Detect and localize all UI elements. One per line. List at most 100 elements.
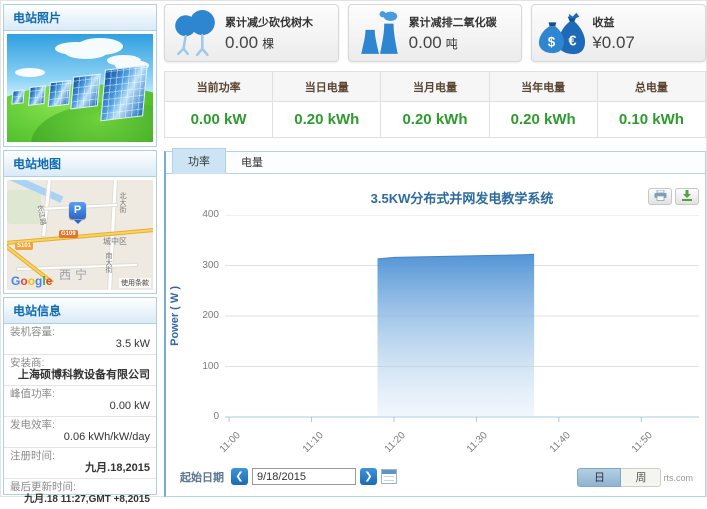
card-value: 0.00: [225, 33, 258, 52]
info-value: 3.5 kW: [10, 338, 150, 351]
card-value: 0.00: [409, 33, 442, 52]
x-axis-labels: 11:0011:1011:2011:3011:4011:50: [225, 424, 699, 458]
info-label: 发电效率:: [10, 419, 150, 431]
range-buttons: 日 周 rts.com: [577, 468, 693, 487]
dashboard-page: 电站照片 电站地图: [0, 0, 707, 497]
photo-panel-title: 电站照片: [4, 5, 156, 31]
x-tick-label: 11:00: [218, 430, 243, 455]
print-icon: [654, 188, 667, 206]
date-controls: 起始日期 ❮ ❯: [180, 468, 397, 485]
photo-panel: 电站照片: [3, 4, 157, 147]
info-row: 装机容量: 3.5 kW: [4, 324, 156, 355]
station-map[interactable]: 长江路 北大街 南大街 城中区 西宁 G109 S101 P Google 使用…: [7, 180, 153, 290]
download-chart-button[interactable]: [675, 188, 699, 205]
stats-value: 0.20 kWh: [273, 102, 381, 138]
map-parking-marker[interactable]: P: [69, 202, 86, 219]
info-label: 装机容量:: [10, 326, 150, 338]
sidebar: 电站照片 电站地图: [3, 4, 157, 495]
solar-panel-shape: [11, 89, 24, 104]
y-tick-label: 400: [166, 209, 219, 220]
money-bags-icon: € $: [538, 9, 586, 57]
tab-power[interactable]: 功率: [172, 148, 226, 174]
cloud-shape: [65, 46, 107, 59]
svg-text:€: €: [569, 33, 577, 49]
cooling-towers-icon: [355, 9, 403, 57]
next-day-button[interactable]: ❯: [360, 468, 377, 485]
info-value: 九月.18 11:27,GMT +8,2015: [10, 493, 150, 506]
y-tick-label: 200: [166, 310, 219, 321]
info-row: 安装商: 上海硕博科教设备有限公司: [4, 355, 156, 386]
map-city-label: 西宁: [59, 266, 91, 283]
stats-table: 当前功率 当日电量 当月电量 当年电量 总电量 0.00 kW 0.20 kWh…: [164, 71, 706, 138]
solar-panel-shape: [48, 80, 72, 107]
stats-value: 0.00 kW: [165, 102, 273, 138]
range-week-button[interactable]: 周: [621, 468, 661, 487]
google-logo[interactable]: Google: [11, 274, 52, 288]
stats-header: 当日电量: [273, 72, 381, 102]
summary-cards: 累计减少砍伐树木 0.00 棵 累计减排二氧化碳 0.00 吨: [164, 4, 706, 62]
info-label: 安装商:: [10, 357, 150, 369]
print-chart-button[interactable]: [648, 188, 672, 205]
card-label: 收益: [592, 14, 639, 30]
chart-watermark: rts.com: [663, 473, 693, 483]
y-tick-label: 100: [166, 361, 219, 372]
y-axis-labels: 0100200300400: [166, 215, 219, 417]
info-label: 注册时间:: [10, 450, 150, 462]
card-label: 累计减少砍伐树木: [225, 14, 313, 30]
info-value: 0.06 kWh/kW/day: [10, 431, 150, 444]
chart-title: 3.5KW分布式并网发电教学系统: [225, 188, 699, 207]
stats-header-row: 当前功率 当日电量 当月电量 当年电量 总电量: [165, 72, 706, 102]
map-panel: 电站地图 长江路 北大街 南大街 城中区 西宁 G109: [3, 150, 157, 294]
stats-header: 总电量: [597, 72, 705, 102]
stats-value: 0.10 kWh: [597, 102, 705, 138]
y-tick-label: 0: [166, 411, 219, 422]
x-tick-label: 11:40: [548, 430, 573, 455]
map-terms-link[interactable]: 使用条款: [119, 278, 151, 288]
range-day-button[interactable]: 日: [577, 468, 621, 487]
stats-header: 当月电量: [381, 72, 489, 102]
card-co2-reduced: 累计减排二氧化碳 0.00 吨: [348, 4, 523, 62]
solar-panel-shape: [100, 65, 147, 122]
card-trees-saved: 累计减少砍伐树木 0.00 棵: [164, 4, 339, 62]
info-row: 发电效率: 0.06 kWh/kW/day: [4, 417, 156, 448]
info-value: 上海硕博科教设备有限公司: [10, 369, 150, 382]
solar-panel-shape: [28, 85, 46, 106]
map-street-label: 南大街: [103, 252, 113, 273]
start-date-label: 起始日期: [180, 469, 224, 485]
map-street-label: 北大街: [117, 192, 127, 213]
info-panel-title: 电站信息: [4, 298, 156, 324]
solar-panel-shape: [70, 73, 100, 109]
chart-body: 3.5KW分布式并网发电教学系统: [166, 174, 705, 496]
tab-energy[interactable]: 电量: [226, 150, 278, 174]
card-unit: 棵: [262, 37, 274, 51]
map-district-label: 城中区: [103, 236, 127, 247]
main-content: 累计减少砍伐树木 0.00 棵 累计减排二氧化碳 0.00 吨: [164, 4, 706, 497]
download-icon: [681, 188, 693, 206]
x-tick-label: 11:10: [300, 430, 325, 455]
y-tick-label: 300: [166, 260, 219, 271]
info-label: 最后更新时间:: [10, 481, 150, 493]
stats-header: 当年电量: [489, 72, 597, 102]
info-row: 峰值功率: 0.00 kW: [4, 386, 156, 417]
start-date-input[interactable]: [252, 468, 356, 485]
calendar-icon[interactable]: [381, 469, 397, 484]
svg-text:$: $: [548, 34, 556, 49]
x-tick-label: 11:20: [383, 430, 408, 455]
info-value: 九月.18,2015: [10, 462, 150, 475]
chart-tab-bar: 功率 电量: [166, 152, 705, 174]
chart-panel: 功率 电量 3.5KW分布式并网发电教学系统: [164, 151, 706, 497]
x-tick-label: 11:50: [630, 430, 655, 455]
road-badge-s101: S101: [15, 242, 33, 250]
card-label: 累计减排二氧化碳: [409, 14, 497, 30]
stats-header: 当前功率: [165, 72, 273, 102]
map-panel-title: 电站地图: [4, 151, 156, 177]
cloud-shape: [15, 68, 45, 77]
stats-value: 0.20 kWh: [381, 102, 489, 138]
road-badge-g109: G109: [59, 230, 78, 238]
station-photo: [7, 34, 153, 142]
info-panel: 电站信息 装机容量: 3.5 kW 安装商: 上海硕博科教设备有限公司 峰值功率…: [3, 297, 157, 495]
plot-area: [225, 215, 699, 417]
previous-day-button[interactable]: ❮: [231, 468, 248, 485]
chart-toolbar: [648, 188, 699, 205]
card-unit: 吨: [446, 37, 458, 51]
